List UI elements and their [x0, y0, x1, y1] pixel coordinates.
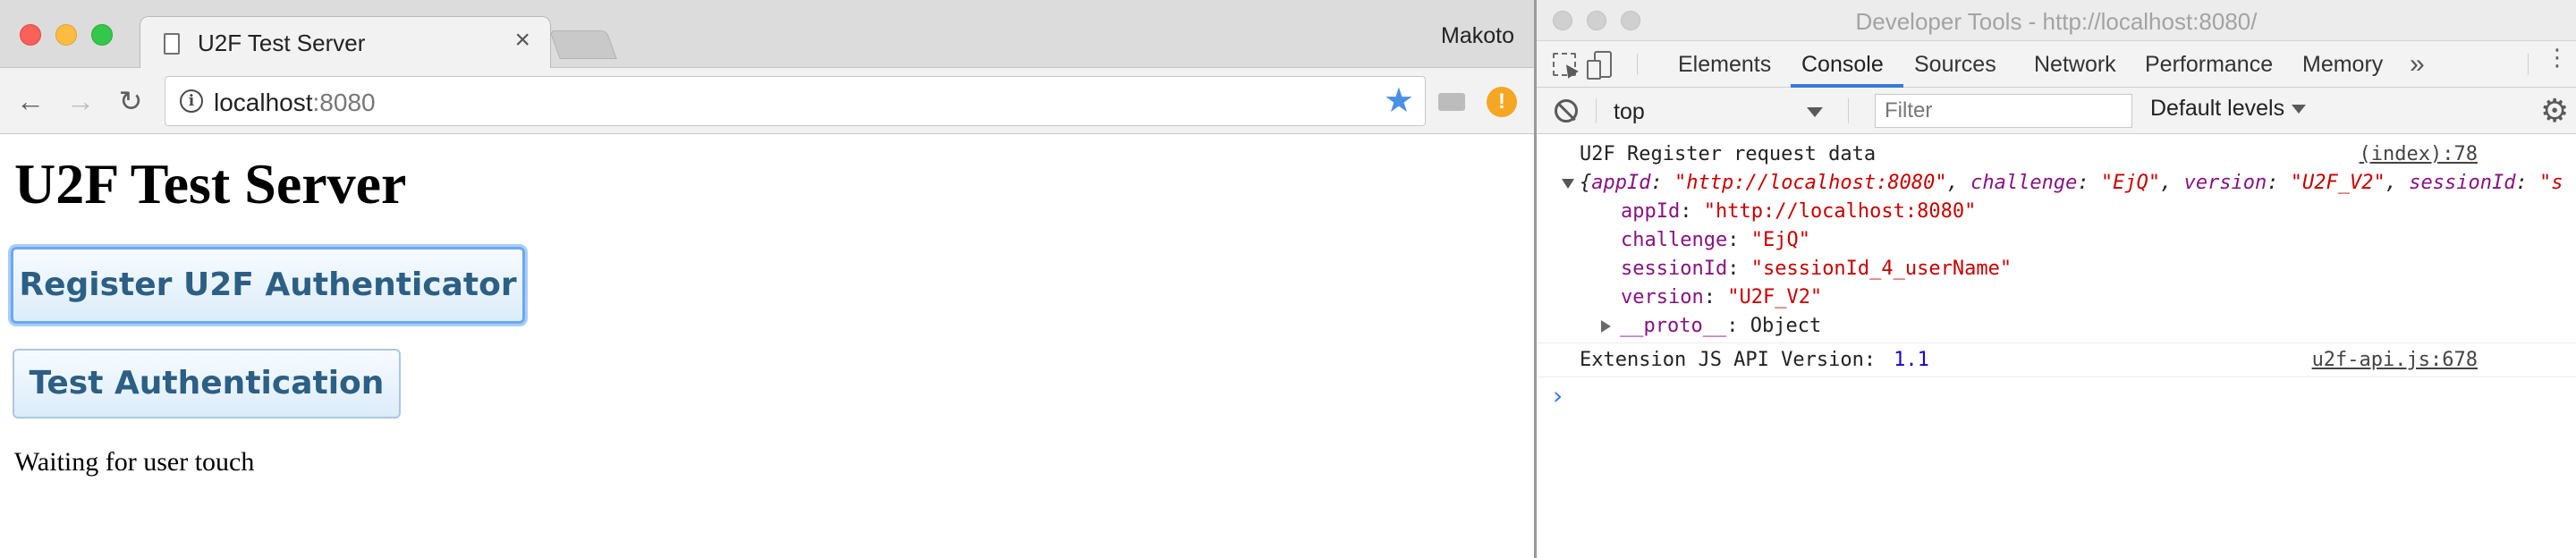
browser-toolbar: ← → ↻ i localhost:8080 ★ ! — [0, 68, 1534, 134]
context-selector[interactable]: top — [1601, 95, 1834, 127]
toolbar-divider — [1637, 54, 1638, 75]
property-key: __proto__ — [1620, 315, 1727, 337]
extension-icon[interactable] — [1438, 93, 1465, 111]
devtools-window: Developer Tools - http://localhost:8080/… — [1537, 0, 2576, 558]
dropdown-arrow-icon — [2292, 105, 2307, 114]
console-filter-input[interactable] — [1875, 94, 2132, 128]
tab-elements[interactable]: Elements — [1678, 41, 1771, 88]
property-key: challenge — [1621, 229, 1728, 251]
summary-key: appId — [1591, 172, 1651, 194]
register-u2f-button[interactable]: Register U2F Authenticator — [11, 247, 525, 324]
window-minimize-button[interactable] — [55, 24, 77, 46]
context-selector-value: top — [1614, 99, 1645, 124]
reload-icon[interactable]: ↻ — [111, 82, 150, 122]
tab-title: U2F Test Server — [198, 30, 366, 56]
forward-arrow-icon[interactable]: → — [61, 82, 100, 122]
summary-value: "http://localhost:8080" — [1674, 172, 1947, 194]
summary-value: "EjQ" — [2100, 172, 2161, 194]
url-text[interactable]: localhost:8080 — [214, 89, 376, 117]
tab-close-icon[interactable]: × — [514, 26, 530, 55]
expand-triangle-icon[interactable] — [1601, 320, 1611, 333]
info-icon[interactable]: i — [180, 89, 203, 113]
dropdown-arrow-icon — [1807, 107, 1823, 117]
source-link[interactable]: (index):78 — [2360, 140, 2478, 169]
alert-icon[interactable]: ! — [1487, 87, 1517, 117]
inspect-element-icon[interactable] — [1553, 53, 1576, 76]
summary-value: "s — [2538, 172, 2563, 194]
page-title: U2F Test Server — [14, 152, 407, 216]
property-value: Object — [1750, 315, 1822, 337]
console-message: U2F Register request data (index):78 — [1580, 140, 2528, 169]
tab-sources[interactable]: Sources — [1914, 41, 1996, 88]
summary-key: challenge — [1970, 172, 2078, 194]
back-arrow-icon[interactable]: ← — [11, 82, 50, 122]
object-property: sessionId: "sessionId_4_userName" — [1621, 258, 2012, 280]
profile-name[interactable]: Makoto — [1441, 23, 1514, 49]
test-authentication-button[interactable]: Test Authentication — [13, 349, 401, 418]
message-divider — [1537, 376, 2576, 377]
summary-key: version — [2183, 172, 2267, 194]
browser-tab[interactable]: U2F Test Server × — [140, 16, 551, 68]
toolbar-divider — [2528, 54, 2529, 75]
object-summary[interactable]: {appId: "http://localhost:8080", challen… — [1562, 169, 2576, 198]
kebab-menu-glyph: ⋮ — [2546, 44, 2569, 71]
log-levels-label: Default levels — [2150, 96, 2285, 121]
tab-strip: U2F Test Server × Makoto — [0, 0, 1534, 68]
summary-value: "U2F_V2" — [2290, 172, 2385, 194]
console-prompt-icon[interactable]: › — [1553, 382, 1563, 410]
devtools-tab-bar: Elements Console Sources Network Perform… — [1537, 41, 2576, 88]
device-toolbar-icon[interactable] — [1587, 51, 1612, 80]
property-value: "http://localhost:8080" — [1703, 200, 1977, 223]
object-property: challenge: "EjQ" — [1621, 229, 1810, 251]
console-message-text: Extension JS API Version: — [1580, 349, 1877, 371]
summary-key: sessionId — [2409, 172, 2516, 194]
object-property-proto[interactable]: __proto__: Object — [1601, 312, 2576, 341]
property-value: "sessionId_4_userName" — [1750, 258, 2012, 280]
source-link[interactable]: u2f-api.js:678 — [2312, 346, 2478, 375]
gear-icon[interactable]: ⚙ — [2540, 95, 2569, 127]
property-key: sessionId — [1621, 258, 1728, 280]
browser-window: U2F Test Server × Makoto ← → ↻ i localho… — [0, 0, 1534, 558]
url-host: localhost — [214, 89, 313, 116]
clear-console-icon[interactable] — [1555, 99, 1578, 123]
console-output: U2F Register request data (index):78 {ap… — [1537, 135, 2576, 558]
tab-network[interactable]: Network — [2034, 41, 2116, 88]
url-port: :8080 — [312, 89, 376, 116]
property-key: version — [1621, 286, 1704, 309]
tab-performance[interactable]: Performance — [2145, 41, 2273, 88]
bookmark-star-icon[interactable]: ★ — [1384, 81, 1414, 121]
devtools-titlebar: Developer Tools - http://localhost:8080/ — [1537, 0, 2576, 41]
page-content: U2F Test Server Register U2F Authenticat… — [0, 135, 1534, 558]
console-filter-bar: top Default levels ⚙ — [1537, 88, 2576, 134]
message-divider — [1537, 342, 2576, 343]
window-maximize-button[interactable] — [91, 24, 113, 46]
property-key: appId — [1621, 200, 1681, 223]
more-tabs-icon[interactable]: » — [2410, 41, 2425, 88]
document-icon — [164, 33, 180, 55]
object-property: version: "U2F_V2" — [1621, 286, 1823, 309]
console-message: Extension JS API Version: 1.1 u2f-api.js:… — [1580, 346, 2528, 375]
toolbar-divider — [1848, 98, 1849, 123]
property-value: "EjQ" — [1750, 229, 1810, 251]
expand-triangle-icon[interactable] — [1562, 178, 1574, 189]
property-value: "U2F_V2" — [1727, 286, 1823, 309]
address-bar[interactable]: i localhost:8080 ★ — [165, 76, 1426, 126]
object-property: appId: "http://localhost:8080" — [1621, 200, 1977, 223]
status-text: Waiting for user touch — [14, 447, 255, 477]
log-levels-dropdown[interactable]: Default levels — [2150, 96, 2307, 122]
console-number-value: 1.1 — [1894, 349, 1929, 371]
tab-memory[interactable]: Memory — [2302, 41, 2383, 88]
window-close-button[interactable] — [20, 24, 41, 46]
kebab-menu-icon[interactable]: ⋮ — [2546, 46, 2569, 69]
toolbar-divider — [1596, 98, 1597, 123]
devtools-window-title: Developer Tools - http://localhost:8080/ — [1855, 8, 2258, 35]
tab-console[interactable]: Console — [1801, 41, 1884, 88]
brace: { — [1580, 172, 1592, 194]
console-message-text: U2F Register request data — [1580, 143, 1877, 165]
new-tab-button[interactable] — [549, 30, 617, 59]
